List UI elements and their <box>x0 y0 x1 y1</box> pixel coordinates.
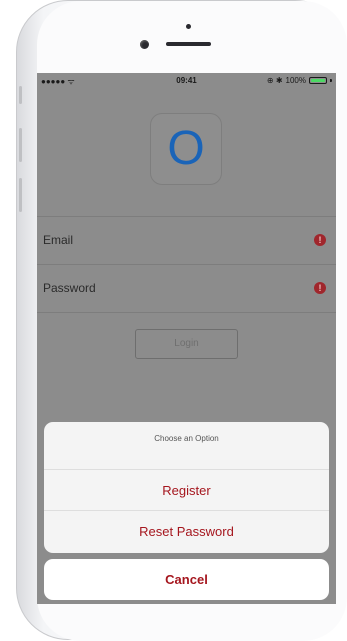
earpiece-speaker <box>166 42 211 46</box>
reset-password-button[interactable]: Reset Password <box>44 511 329 552</box>
screen: ●●●●● ᯤ 09:41 ⊕ ✱ 100% O Email ! Passwor… <box>37 73 336 604</box>
app-logo: O <box>150 113 222 185</box>
error-icon: ! <box>314 282 326 294</box>
email-field[interactable]: Email ! <box>37 216 336 264</box>
proximity-sensor <box>186 24 191 29</box>
front-camera <box>140 40 149 49</box>
status-bar: ●●●●● ᯤ 09:41 ⊕ ✱ 100% <box>37 73 336 87</box>
volume-up-button <box>19 128 22 162</box>
action-sheet: Choose an Option Register Reset Password <box>44 422 329 553</box>
email-label: Email <box>43 233 74 247</box>
battery-percent: 100% <box>285 76 306 85</box>
battery-tip <box>330 79 332 82</box>
error-icon: ! <box>314 234 326 246</box>
register-button[interactable]: Register <box>44 470 329 511</box>
divider <box>37 312 336 313</box>
login-button[interactable]: Login <box>135 329 238 359</box>
action-sheet-title: Choose an Option <box>44 422 329 470</box>
password-field[interactable]: Password ! <box>37 264 336 312</box>
password-label: Password <box>43 281 96 295</box>
volume-down-button <box>19 178 22 212</box>
logo-letter: O <box>167 122 205 175</box>
battery-icon <box>309 77 327 84</box>
cancel-button[interactable]: Cancel <box>44 559 329 600</box>
mute-switch <box>19 86 22 104</box>
status-right: ⊕ ✱ 100% <box>267 76 332 85</box>
location-bluetooth-icons: ⊕ ✱ <box>266 76 283 85</box>
